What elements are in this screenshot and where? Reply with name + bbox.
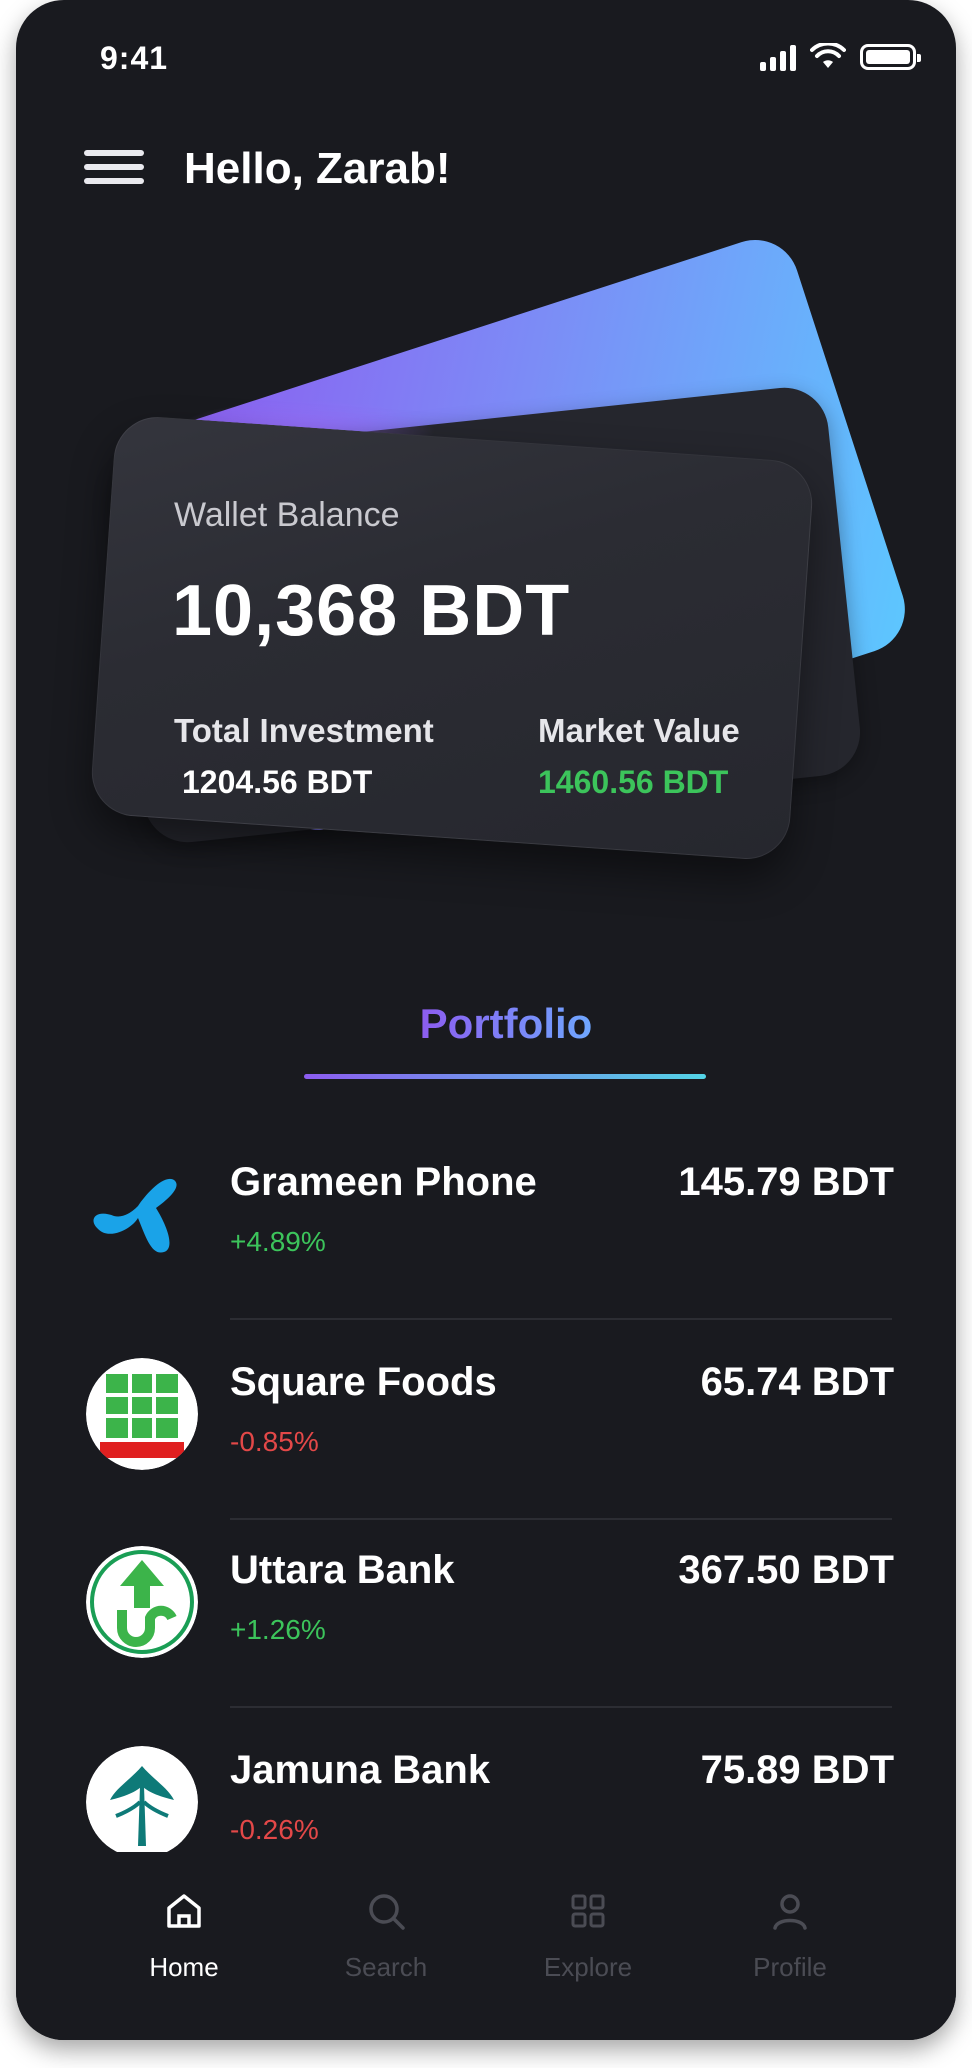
stock-price: 75.89 BDT [700, 1748, 894, 1792]
stock-name: Uttara Bank [230, 1548, 455, 1592]
market-value-value: 1460.56 BDT [538, 764, 729, 800]
nav-explore-label: Explore [543, 1952, 633, 1982]
nav-explore[interactable]: Explore [498, 1888, 678, 1983]
nav-profile-label: Profile [753, 1952, 827, 1982]
stock-price: 145.79 BDT [678, 1160, 894, 1204]
square-foods-logo-icon [86, 1358, 198, 1470]
total-investment-label: Total Investment [174, 712, 434, 749]
uttara-bank-logo-icon [86, 1546, 198, 1658]
market-value-label: Market Value [538, 712, 740, 749]
stock-name: Square Foods [230, 1360, 497, 1404]
jamuna-bank-logo-icon [86, 1746, 198, 1858]
phone-screen: 9:41 Hello, Zarab! Wallet Balance 10,368… [16, 0, 956, 2040]
wifi-icon [810, 43, 846, 68]
wallet-balance-amount: 10,368 BDT [172, 571, 571, 651]
stock-change: -0.85% [230, 1426, 319, 1457]
nav-profile[interactable]: Profile [700, 1888, 880, 1983]
battery-icon [860, 44, 921, 70]
stock-change: +4.89% [230, 1226, 326, 1257]
stock-price: 65.74 BDT [700, 1360, 894, 1404]
stock-change: -0.26% [230, 1814, 319, 1845]
list-item[interactable]: Square Foods -0.85% 65.74 BDT [16, 1330, 956, 1520]
tab-active-indicator [304, 1074, 706, 1079]
stock-price: 367.50 BDT [678, 1548, 894, 1592]
list-item[interactable]: Jamuna Bank -0.26% 75.89 BDT [16, 1718, 956, 1870]
nav-search-label: Search [344, 1952, 428, 1982]
nav-search[interactable]: Search [296, 1888, 476, 1983]
tab-portfolio-label: Portfolio [419, 1000, 593, 1047]
tab-portfolio[interactable]: Portfolio [306, 1000, 706, 1048]
list-item[interactable]: Grameen Phone +4.89% 145.79 BDT [16, 1130, 956, 1320]
nav-home-label: Home [149, 1952, 219, 1982]
list-divider [230, 1706, 892, 1708]
grid-icon [571, 1894, 605, 1928]
nav-home[interactable]: Home [94, 1888, 274, 1983]
stock-change: +1.26% [230, 1614, 326, 1645]
home-icon [167, 1894, 201, 1928]
total-investment-value: 1204.56 BDT [182, 764, 373, 800]
list-divider [230, 1318, 892, 1320]
grameenphone-logo-icon [86, 1158, 198, 1270]
stock-name: Jamuna Bank [230, 1748, 491, 1792]
list-item[interactable]: Uttara Bank +1.26% 367.50 BDT [16, 1518, 956, 1708]
status-icons [760, 40, 921, 74]
greeting-title: Hello, Zarab! [184, 144, 451, 193]
portfolio-list[interactable]: Grameen Phone +4.89% 145.79 BDT Square F… [16, 1130, 956, 1870]
search-icon [369, 1894, 405, 1930]
user-icon [773, 1894, 807, 1930]
bottom-navigation: Home Search Explore Profile [16, 1852, 956, 2040]
status-time: 9:41 [100, 40, 169, 76]
cellular-signal-icon [760, 43, 796, 71]
wallet-balance-label: Wallet Balance [174, 496, 400, 534]
menu-button[interactable] [84, 150, 144, 184]
stock-name: Grameen Phone [230, 1160, 537, 1204]
